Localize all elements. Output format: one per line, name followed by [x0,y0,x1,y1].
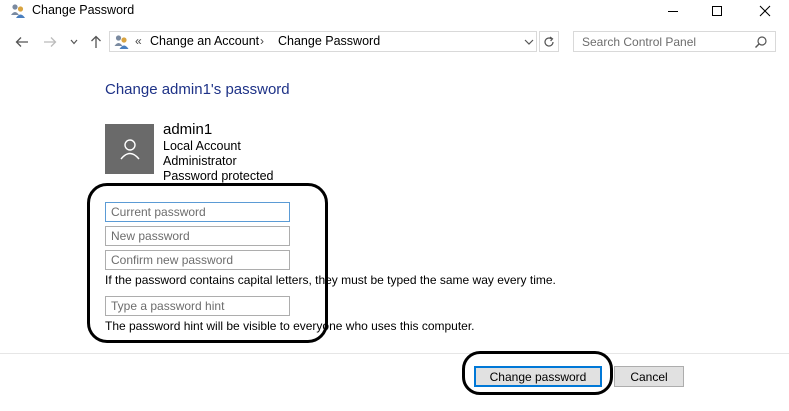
refresh-button[interactable] [539,31,559,52]
users-icon [10,3,26,19]
up-button[interactable] [87,28,105,56]
account-type: Local Account [163,139,241,153]
password-hint-field[interactable] [105,296,290,316]
chevron-down-icon [70,39,78,45]
confirm-password-field[interactable] [105,250,290,270]
forward-button[interactable] [40,28,60,56]
account-status: Password protected [163,169,274,183]
recent-locations-button[interactable] [66,28,82,56]
arrow-up-icon [91,35,101,48]
avatar [105,124,154,174]
search-input[interactable] [574,32,762,51]
address-bar[interactable]: « Change an Account › Change Password [109,31,537,52]
account-name: admin1 [163,121,213,138]
title-bar: Change Password [0,0,789,22]
page-title: Change admin1's password [105,81,290,98]
double-chevron-left-icon[interactable]: « [135,34,142,48]
minimize-button[interactable] [651,0,695,22]
maximize-icon [712,6,722,16]
users-icon [113,34,130,50]
current-password-field[interactable] [105,202,290,222]
breadcrumb-separator-icon[interactable]: › [260,34,264,48]
cancel-button[interactable]: Cancel [614,366,684,387]
password-hint-note: The password hint will be visible to eve… [105,319,475,333]
address-dropdown-button[interactable] [522,35,536,49]
window-title: Change Password [32,3,135,17]
change-password-button[interactable]: Change password [474,366,602,387]
back-button[interactable] [12,28,32,56]
breadcrumb-change-an-account[interactable]: Change an Account [150,34,259,48]
close-button[interactable] [743,0,787,22]
user-icon [119,139,140,160]
close-icon [759,5,771,17]
arrow-left-icon [15,37,28,47]
breadcrumb-change-password[interactable]: Change Password [278,34,380,48]
chevron-down-icon [524,39,534,45]
arrow-right-icon [44,37,57,47]
maximize-button[interactable] [695,0,739,22]
footer-divider [0,353,789,354]
new-password-field[interactable] [105,226,290,246]
search-icon[interactable] [754,35,768,49]
refresh-icon [544,36,554,47]
search-box[interactable] [573,31,776,52]
account-role: Administrator [163,154,237,168]
capital-letters-note: If the password contains capital letters… [105,273,556,287]
minimize-icon [668,11,678,12]
